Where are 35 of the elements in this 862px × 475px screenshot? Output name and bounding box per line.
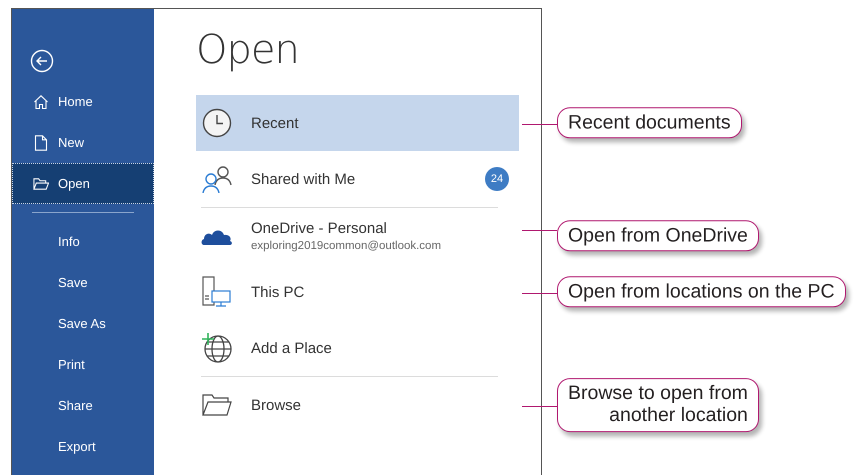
callout: Recent documents [557,107,742,139]
callout: Open from locations on the PC [557,276,846,308]
back-button[interactable] [30,49,54,73]
place-item[interactable]: This PC [196,264,519,320]
nav-item[interactable]: Save As [12,303,154,344]
place-item[interactable]: Add a Place [196,320,519,376]
nav-item[interactable]: Save [12,262,154,303]
folder-icon [33,176,49,190]
place-item[interactable]: Browse [196,377,519,433]
home-icon [33,94,49,110]
nav-item[interactable]: Share [12,385,154,426]
page-icon [34,134,48,150]
leader-line [522,406,557,408]
folder-icon [202,393,232,417]
leader-line [522,124,557,126]
nav-item[interactable]: Export [12,426,154,467]
account-email: exploring2019common@outlook.com [251,240,442,252]
people-icon [201,165,233,193]
place-item[interactable]: OneDrive - Personal exploring2019common@outlook.com [196,208,519,264]
callout: Browse to open from another location [557,378,759,432]
leader-line [522,293,557,294]
clock-icon [202,108,232,138]
callout: Open from OneDrive [557,220,759,252]
leader-line [522,230,557,231]
count-badge: 24 [485,167,509,191]
page-title: Open [196,27,300,73]
nav-item[interactable]: Print [12,344,154,385]
nav-item[interactable]: New [12,122,154,163]
globe-add-icon [201,332,233,364]
place-item[interactable]: Recent [196,95,519,151]
nav-item[interactable]: Open [12,163,154,204]
place-item[interactable]: Shared with Me 24 [196,151,519,207]
computer-icon [202,276,232,308]
nav-item[interactable]: Info [12,221,154,262]
nav-item[interactable]: Home [12,81,154,122]
